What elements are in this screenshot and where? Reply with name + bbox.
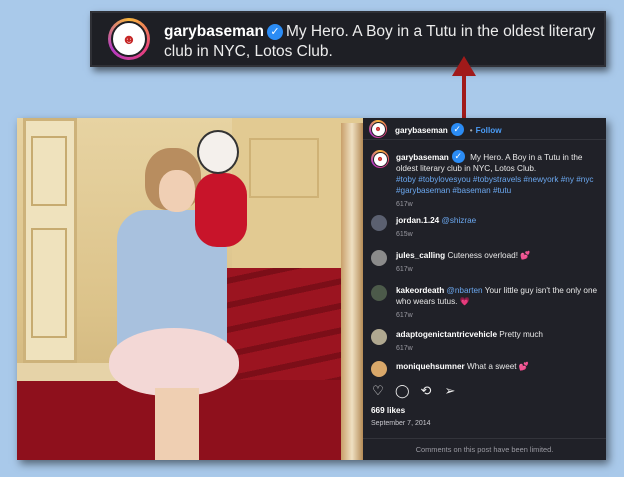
post-photo[interactable] xyxy=(17,118,363,460)
comment-text: What a sweet xyxy=(466,362,517,371)
comment-mention[interactable]: @shizrae xyxy=(442,216,477,225)
comment-emoji: 💗 xyxy=(459,297,470,306)
toby-mascot-icon: ☻ xyxy=(376,155,384,163)
instagram-post: ☻ garybaseman ✓ • Follow ☻ garybaseman ✓ My … xyxy=(17,118,606,460)
toby-mascot-icon: ☻ xyxy=(121,31,137,47)
avatar[interactable]: ☻ xyxy=(108,18,150,60)
toby-toy xyxy=(195,173,247,247)
avatar[interactable] xyxy=(371,361,387,377)
avatar[interactable]: ☻ xyxy=(371,150,389,168)
comment-username[interactable]: jordan.1.24 xyxy=(396,216,439,225)
avatar[interactable]: ☻ xyxy=(369,120,387,138)
callout-username[interactable]: garybaseman xyxy=(164,23,264,40)
avatar[interactable] xyxy=(371,329,387,345)
comment-emoji: 💕 xyxy=(518,362,530,371)
post-date: September 7, 2014 xyxy=(371,420,431,427)
comment-username[interactable]: moniquehsumner xyxy=(396,362,465,371)
arrow-annotation-head xyxy=(452,56,476,76)
post-sidebar: ☻ garybaseman ✓ • Follow ☻ garybaseman ✓ My … xyxy=(363,118,606,460)
comment-icon[interactable]: ◯ xyxy=(395,384,410,398)
callout-caption: garybaseman ✓ My Hero. A Boy in a Tutu in … xyxy=(164,22,604,62)
comments-limited-notice: Comments on this post have been limited. xyxy=(363,438,606,460)
comment-text: Pretty much xyxy=(499,330,543,339)
staircase-railing xyxy=(341,123,363,460)
share-icon[interactable]: ➢ xyxy=(443,384,457,398)
comment-text: Cuteness overload! xyxy=(447,251,518,260)
comment-mention[interactable]: @nbarten xyxy=(447,286,483,295)
verified-badge-icon: ✓ xyxy=(451,150,465,163)
repost-icon[interactable]: ⟲ xyxy=(419,384,433,398)
comment-timestamp: 615w xyxy=(396,231,413,238)
post-header: ☻ garybaseman ✓ • Follow xyxy=(363,118,606,140)
verified-badge-icon: ✓ xyxy=(450,123,464,136)
comment-username[interactable]: adaptogenictantricvehicle xyxy=(396,330,497,339)
avatar[interactable] xyxy=(371,285,387,301)
avatar[interactable] xyxy=(371,250,387,266)
comment-username[interactable]: kakeordeath xyxy=(396,286,444,295)
post-actions: ♡ ◯ ⟲ ➢ xyxy=(371,384,457,398)
verified-badge-icon: ✓ xyxy=(266,24,283,40)
comment-timestamp: 617w xyxy=(396,266,413,273)
avatar[interactable] xyxy=(371,215,387,231)
header-username[interactable]: garybaseman xyxy=(395,126,448,135)
tutu xyxy=(109,328,239,396)
like-count[interactable]: 669 likes xyxy=(371,405,405,416)
toby-mascot-icon: ☻ xyxy=(374,125,382,133)
follow-button[interactable]: Follow xyxy=(476,126,502,135)
comment-username[interactable]: jules_calling xyxy=(396,251,445,260)
caption-username[interactable]: garybaseman xyxy=(396,153,449,162)
caption-zoom-callout: ☻ garybaseman ✓ My Hero. A Boy in a Tutu i… xyxy=(90,11,606,67)
comment-emoji: 💕 xyxy=(520,251,531,260)
caption-hashtags[interactable]: #toby #tobylovesyou #tobystravels #newyo… xyxy=(396,174,600,196)
comment-timestamp: 617w xyxy=(396,345,413,352)
caption-timestamp: 617w xyxy=(396,201,413,208)
heart-icon[interactable]: ♡ xyxy=(371,384,385,398)
comment-timestamp: 617w xyxy=(396,312,413,319)
